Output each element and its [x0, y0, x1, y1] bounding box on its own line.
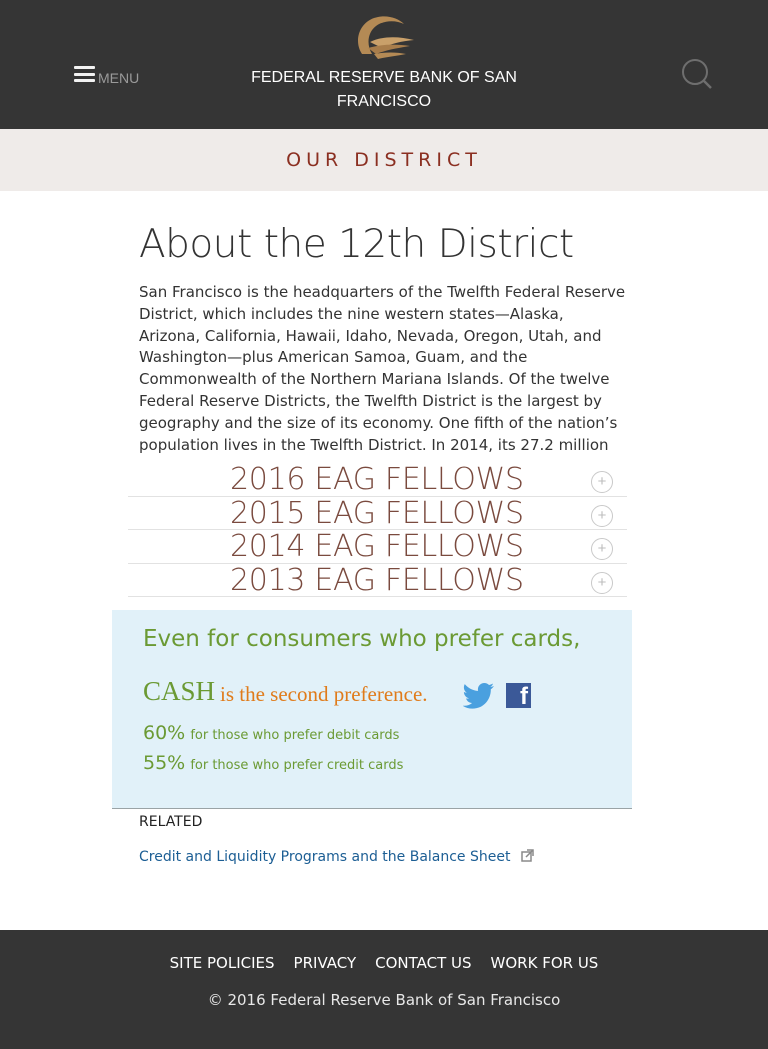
footer-nav: SITE POLICIES PRIVACY CONTACT US WORK FO…	[0, 954, 768, 972]
site-footer: SITE POLICIES PRIVACY CONTACT US WORK FO…	[0, 930, 768, 1049]
accordion-item-2013[interactable]: 2013 EAG FELLOWS +	[128, 562, 627, 598]
stat-debit: 60% for those who prefer debit cards	[143, 722, 399, 744]
accordion-title: 2014 EAG FELLOWS	[230, 529, 524, 564]
section-label[interactable]: OUR DISTRICT	[286, 149, 482, 171]
bank-name[interactable]: FEDERAL RESERVE BANK OF SAN FRANCISCO	[244, 66, 524, 114]
footer-link-site-policies[interactable]: SITE POLICIES	[170, 954, 275, 972]
site-header: MENU FEDERAL RESERVE BANK OF SAN FRANCIS…	[0, 0, 768, 129]
related-heading: RELATED	[139, 814, 203, 830]
page-title: About the 12th District	[139, 222, 574, 267]
infographic-preference: is the second preference.	[220, 682, 428, 706]
search-icon[interactable]	[681, 58, 713, 90]
cash-preference-infographic: Even for consumers who prefer cards, CAS…	[112, 610, 632, 809]
copyright: © 2016 Federal Reserve Bank of San Franc…	[207, 991, 561, 1009]
accordion-title: 2013 EAG FELLOWS	[230, 562, 524, 598]
menu-label: MENU	[98, 70, 140, 86]
hamburger-icon	[74, 66, 95, 82]
menu-button[interactable]: MENU	[74, 66, 140, 86]
related-link-text[interactable]: Credit and Liquidity Programs and the Ba…	[139, 849, 510, 865]
footer-link-work-for-us[interactable]: WORK FOR US	[491, 954, 599, 972]
stat-description: for those who prefer debit cards	[190, 728, 400, 743]
plus-circle-icon[interactable]: +	[591, 538, 613, 560]
accordion-item-2014[interactable]: 2014 EAG FELLOWS +	[128, 529, 627, 564]
stat-percent: 55%	[143, 752, 186, 774]
plus-circle-icon[interactable]: +	[591, 571, 613, 594]
twitter-icon[interactable]	[463, 682, 495, 710]
facebook-icon[interactable]: f	[506, 683, 531, 708]
stat-percent: 60%	[143, 722, 186, 744]
infographic-cash: CASH	[143, 676, 216, 706]
plus-circle-icon[interactable]: +	[591, 471, 613, 493]
stat-description: for those who prefer credit cards	[190, 758, 404, 773]
eagle-logo-icon[interactable]	[352, 14, 416, 60]
section-band: OUR DISTRICT	[0, 129, 768, 191]
accordion-item-2015[interactable]: 2015 EAG FELLOWS +	[128, 495, 627, 531]
related-link[interactable]: Credit and Liquidity Programs and the Ba…	[139, 849, 534, 865]
accordion-title: 2016 EAG FELLOWS	[230, 462, 524, 497]
plus-circle-icon[interactable]: +	[591, 504, 613, 527]
external-link-icon	[521, 849, 534, 862]
infographic-headline: Even for consumers who prefer cards,	[143, 626, 581, 652]
footer-link-contact-us[interactable]: CONTACT US	[375, 954, 471, 972]
accordion-title: 2015 EAG FELLOWS	[230, 495, 524, 531]
fellows-accordion: 2016 EAG FELLOWS + 2015 EAG FELLOWS + 20…	[128, 462, 627, 598]
stat-credit: 55% for those who prefer credit cards	[143, 752, 403, 774]
accordion-item-2016[interactable]: 2016 EAG FELLOWS +	[128, 462, 627, 497]
footer-link-privacy[interactable]: PRIVACY	[294, 954, 357, 972]
intro-paragraph: San Francisco is the headquarters of the…	[139, 283, 626, 454]
